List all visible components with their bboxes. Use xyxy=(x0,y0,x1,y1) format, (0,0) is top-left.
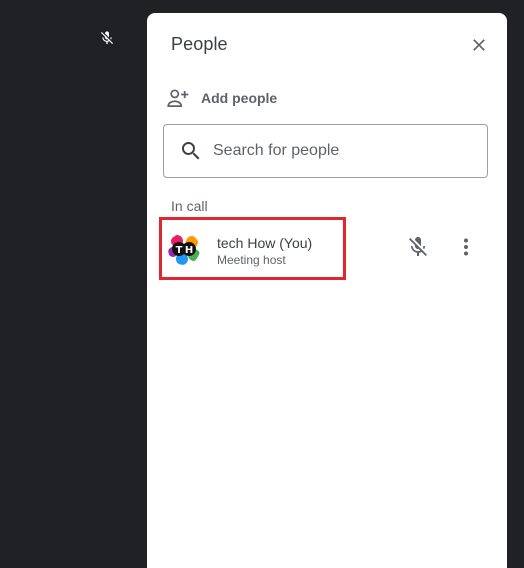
mic-off-icon xyxy=(99,29,115,47)
avatar-initial-h: H xyxy=(185,245,193,256)
more-vert-icon xyxy=(464,238,468,256)
more-options-button[interactable] xyxy=(454,235,478,259)
people-panel: People Add people In call xyxy=(147,13,507,568)
in-call-section-label: In call xyxy=(171,198,208,214)
search-field[interactable] xyxy=(163,124,488,178)
avatar: T H xyxy=(168,233,200,265)
add-people-label: Add people xyxy=(201,90,278,106)
search-icon xyxy=(179,139,203,163)
mic-off-icon xyxy=(406,235,430,259)
participant-row[interactable]: T H tech How (You) Meeting host xyxy=(159,217,346,280)
close-icon xyxy=(473,39,485,51)
meet-window: People Add people In call xyxy=(0,0,524,568)
add-people-button[interactable]: Add people xyxy=(165,85,277,111)
person-add-icon xyxy=(167,89,189,107)
participant-name: tech How (You) xyxy=(217,235,313,251)
avatar-initial-t: T xyxy=(176,245,183,256)
panel-title: People xyxy=(171,34,228,54)
participant-role: Meeting host xyxy=(217,253,286,267)
close-button[interactable] xyxy=(465,31,493,59)
search-input[interactable] xyxy=(211,141,485,161)
